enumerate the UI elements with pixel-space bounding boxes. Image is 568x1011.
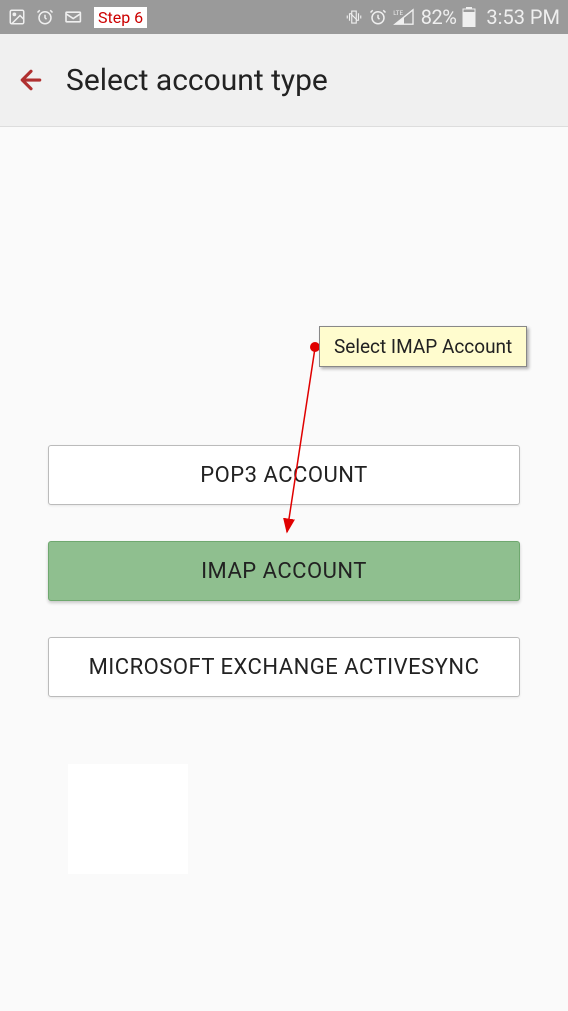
signal-icon: LTE [393,8,415,26]
annotation-text: Select IMAP Account [334,335,512,358]
mail-notification-icon [64,9,84,25]
imap-label: IMAP ACCOUNT [201,559,367,584]
battery-icon [462,7,476,27]
exchange-label: MICROSOFT EXCHANGE ACTIVESYNC [89,655,480,680]
image-icon [8,8,26,26]
alarm-icon [36,8,54,26]
app-bar: Select account type [0,34,568,127]
step-label: Step 6 [94,7,147,28]
battery-percent: 82% [421,5,457,29]
exchange-account-button[interactable]: MICROSOFT EXCHANGE ACTIVESYNC [48,637,520,697]
vibrate-icon [345,8,363,26]
page-title: Select account type [66,63,328,98]
annotation-tooltip: Select IMAP Account [319,326,527,367]
content-area: POP3 ACCOUNT IMAP ACCOUNT MICROSOFT EXCH… [0,127,568,697]
pop3-label: POP3 ACCOUNT [200,463,368,488]
status-left-icons: Step 6 [8,7,147,28]
imap-account-button[interactable]: IMAP ACCOUNT [48,541,520,601]
alarm-status-icon [369,8,387,26]
clock-time: 3:53 PM [486,5,560,29]
back-arrow-icon[interactable] [16,65,46,95]
svg-text:LTE: LTE [393,9,403,17]
pop3-account-button[interactable]: POP3 ACCOUNT [48,445,520,505]
white-placeholder [68,764,188,874]
status-bar: Step 6 LTE 82% 3:53 PM [0,0,568,34]
status-right-icons: LTE 82% 3:53 PM [345,5,560,29]
